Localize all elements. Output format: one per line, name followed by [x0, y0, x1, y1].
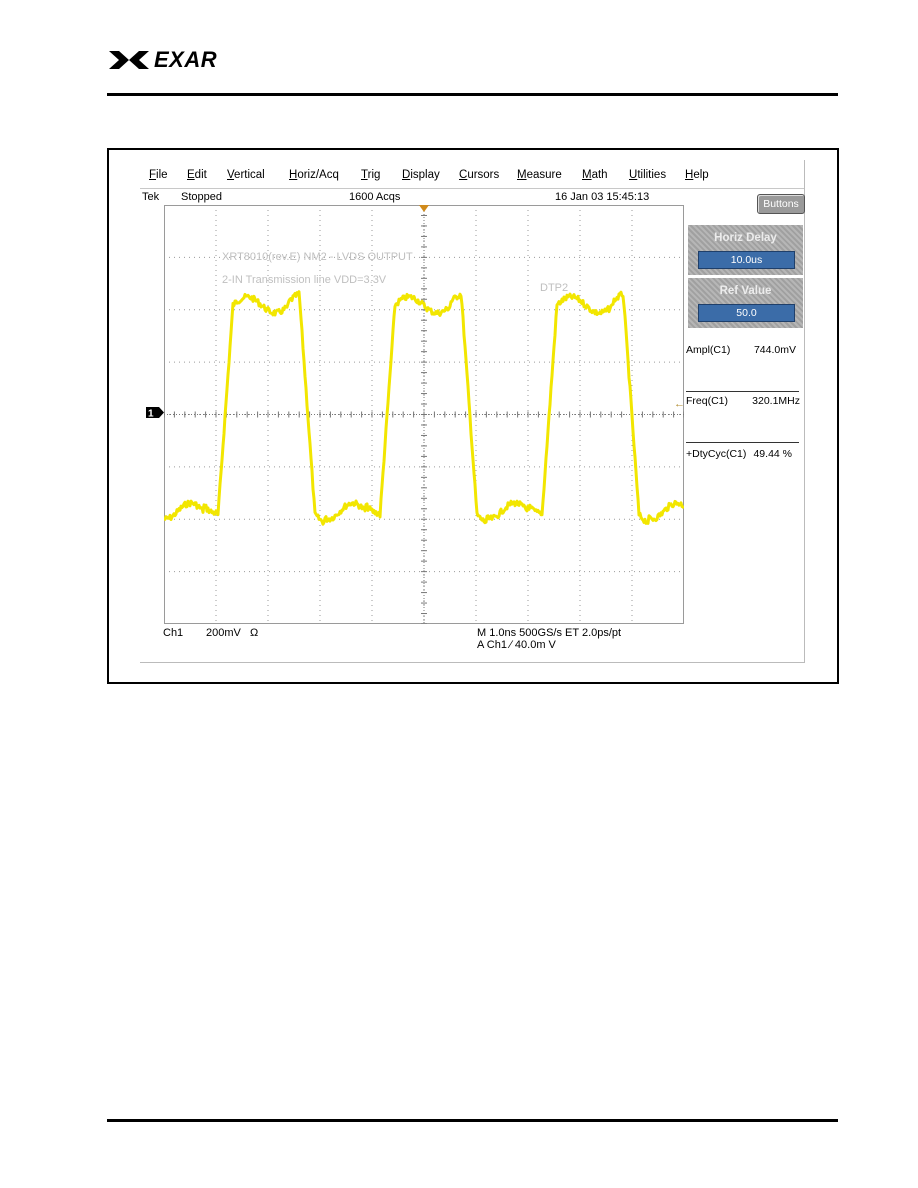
- buttons-button[interactable]: Buttons: [757, 194, 805, 214]
- logo-text: EXAR: [154, 47, 218, 72]
- horiz-delay-control[interactable]: Horiz Delay 10.0us: [688, 225, 803, 275]
- measurement-label: Freq(C1): [686, 395, 729, 407]
- menu-math[interactable]: Math: [582, 169, 608, 181]
- channel-marker-text: 1: [148, 409, 154, 419]
- exar-logo: EXAR: [107, 48, 217, 72]
- measurement-value: 320.1MHz: [752, 395, 800, 407]
- waveform-display: XRT8010(rev.E) NM2 - LVDS OUTPUT 2-IN Tra…: [164, 205, 684, 624]
- arrow-left-icon: ←: [674, 398, 685, 410]
- measurement-divider: [686, 442, 799, 443]
- measurement-label: Ampl(C1): [686, 344, 731, 356]
- menu-horiz-acq[interactable]: Horiz/Acq: [289, 169, 339, 181]
- menu-trig[interactable]: Trig: [361, 169, 380, 181]
- ref-value-title: Ref Value: [719, 285, 772, 297]
- measurement-value: 744.0mV: [753, 344, 796, 356]
- horiz-delay-value[interactable]: 10.0us: [698, 251, 795, 269]
- measurement-label: +DtyCyc(C1): [686, 448, 747, 460]
- impedance-label: Ω: [250, 627, 259, 639]
- trigger-position-marker: [419, 205, 429, 212]
- timebase-readout: M 1.0ns 500GS/s ET 2.0ps/pt: [477, 627, 622, 639]
- menu-measure[interactable]: Measure: [517, 169, 562, 181]
- date-time: 16 Jan 03 15:45:13: [555, 191, 650, 203]
- acquisition-count: 1600 Acqs: [349, 191, 401, 203]
- menu-vertical[interactable]: Vertical: [227, 169, 265, 181]
- acquisition-state: Stopped: [181, 191, 222, 203]
- menu-display[interactable]: Display: [402, 169, 440, 181]
- channel-1-ground-marker: 1: [146, 405, 164, 420]
- menu-cursors[interactable]: Cursors: [459, 169, 499, 181]
- menu-help[interactable]: Help: [685, 169, 709, 181]
- ref-value-value[interactable]: 50.0: [698, 304, 795, 322]
- channel-1-waveform: [164, 290, 684, 526]
- measurement-value: 49.44 %: [753, 448, 792, 460]
- footer-rule: [107, 1119, 838, 1122]
- annotation-line-1: XRT8010(rev.E) NM2 - LVDS OUTPUT: [222, 251, 413, 263]
- header-rule: [107, 93, 838, 96]
- exar-logo-mark-icon: [109, 51, 149, 69]
- ref-value-control[interactable]: Ref Value 50.0: [688, 278, 803, 328]
- measurement-divider: [686, 391, 799, 392]
- menu-edit[interactable]: Edit: [187, 169, 207, 181]
- trigger-readout: A Ch1 ∕ 40.0m V: [477, 639, 556, 651]
- menu-file[interactable]: File: [149, 169, 168, 181]
- vertical-scale: 200mV: [206, 627, 241, 639]
- menu-bar: File Edit Vertical Horiz/Acq Trig Displa…: [140, 160, 804, 189]
- menu-utilities[interactable]: Utilities: [629, 169, 666, 181]
- oscilloscope-screen: File Edit Vertical Horiz/Acq Trig Displa…: [140, 160, 805, 663]
- horiz-delay-title: Horiz Delay: [714, 232, 777, 244]
- annotation-probe: DTP2: [540, 282, 568, 294]
- channel-label: Ch1: [163, 627, 184, 639]
- brand-label: Tek: [142, 191, 160, 203]
- annotation-line-2: 2-IN Transmission line VDD=3.3V: [222, 274, 387, 286]
